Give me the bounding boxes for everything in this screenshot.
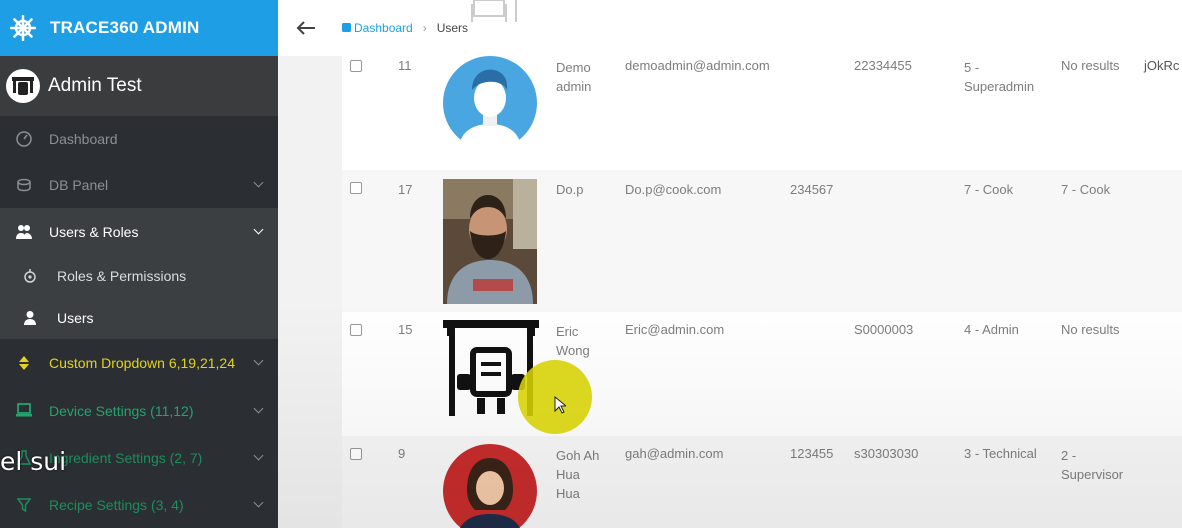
chevron-down-icon [253, 177, 264, 188]
cell-supervisor: No results [1061, 322, 1120, 337]
breadcrumb-dashboard-link[interactable]: Dashboard [342, 21, 413, 35]
cell-email: gah@admin.com [625, 446, 724, 461]
sidebar-item-label: Dashboard [49, 130, 118, 147]
cog-icon [20, 268, 40, 284]
mouse-cursor-icon [554, 396, 566, 414]
video-caption: el sui [0, 447, 67, 476]
top-bar: Dashboard › Users [278, 0, 1182, 57]
row-checkbox[interactable] [350, 60, 362, 72]
gauge-icon [12, 129, 36, 149]
row-checkbox[interactable] [350, 182, 362, 194]
sidebar-item-device-settings[interactable]: Device Settings (11,12) [0, 387, 278, 434]
cell-role: 5 - Superadmin [964, 60, 1035, 94]
cell-name: Demo admin [556, 60, 592, 94]
cell-code: 22334455 [854, 58, 912, 73]
cell-id: 11 [398, 58, 412, 73]
breadcrumb-current: Users [436, 21, 469, 35]
sidebar-item-label: Users [57, 310, 94, 326]
users-table: 11 Demo admin demoadmin@admin.com 223344… [342, 56, 1182, 528]
cursor-highlight [518, 360, 592, 434]
cell-phone: 234567 [790, 182, 834, 197]
cell-name: Do.p [556, 182, 584, 197]
content-gutter [278, 56, 342, 528]
sidebar-item-label: Roles & Permissions [57, 268, 187, 284]
laptop-icon [12, 401, 36, 421]
table-row[interactable]: 17 Do.p Do.p@cook.com 234567 7 - Cook 7 … [342, 170, 1182, 313]
table-row[interactable]: 9 Goh Ah Hua Hua gah@admin.com 123455 s3… [342, 436, 1182, 528]
database-icon [12, 175, 36, 195]
female-avatar-icon [443, 444, 537, 528]
filter-icon [12, 495, 36, 515]
user-photo [443, 179, 537, 304]
chevron-down-icon [253, 224, 264, 235]
ship-wheel-icon [10, 15, 36, 41]
cell-email: Do.p@cook.com [625, 182, 722, 197]
male-avatar-icon [443, 56, 537, 150]
cell-code: S0000003 [854, 322, 914, 337]
sidebar-item-label: Users & Roles [49, 223, 139, 240]
cell-email: demoadmin@admin.com [625, 58, 770, 73]
breadcrumb: Dashboard › Users [342, 21, 468, 35]
user-icon [20, 310, 40, 326]
cell-role: 3 - Technical [964, 446, 1037, 461]
chevron-down-icon [253, 450, 264, 461]
cell-supervisor: 2 - Supervisor [1061, 448, 1124, 482]
cell-name: Eric Wong [556, 324, 590, 358]
sidebar-item-custom-dropdown[interactable]: Custom Dropdown 6,19,21,24 [0, 339, 278, 387]
sidebar-item-label: Ingredient Settings (2, 7) [49, 449, 203, 466]
row-checkbox[interactable] [350, 448, 362, 460]
sidebar-item-label: Custom Dropdown 6,19,21,24 [49, 355, 235, 371]
sidebar-item-label: DB Panel [49, 176, 109, 193]
users-icon [12, 222, 36, 242]
cell-name: Goh Ah Hua Hua [556, 448, 600, 501]
sidebar-item-users-roles[interactable]: Users & Roles [0, 208, 278, 255]
cell-extra: jOkRc [1144, 58, 1180, 73]
user-name: Admin Test [48, 75, 142, 96]
cell-role: 7 - Cook [964, 182, 1014, 197]
row-checkbox[interactable] [350, 324, 362, 336]
table-row[interactable]: 15 Eric Wong Eric@admin.com S0000003 4 -… [342, 312, 1182, 437]
breadcrumb-dashboard-label: Dashboard [354, 21, 413, 35]
cell-email: Eric@admin.com [625, 322, 725, 337]
sidebar-item-dashboard[interactable]: Dashboard [0, 116, 278, 161]
brand-header[interactable]: TRACE360 ADMIN [0, 0, 278, 56]
cell-supervisor: No results [1061, 58, 1120, 73]
user-profile[interactable]: Admin Test [0, 56, 278, 116]
sidebar-subitem-users[interactable]: Users [0, 297, 278, 339]
table-row[interactable]: 11 Demo admin demoadmin@admin.com 223344… [342, 56, 1182, 171]
cell-code: s30303030 [854, 446, 919, 461]
sort-icon [12, 353, 36, 373]
sidebar-item-recipe-settings[interactable]: Recipe Settings (3, 4) [0, 481, 278, 528]
breadcrumb-separator: › [422, 21, 427, 35]
cell-role: 4 - Admin [964, 322, 1019, 337]
sidebar-item-label: Recipe Settings (3, 4) [49, 496, 184, 513]
chevron-down-icon [253, 403, 264, 414]
robot-avatar-icon [12, 77, 34, 95]
back-arrow-icon[interactable] [296, 17, 318, 39]
chevron-down-icon [253, 355, 264, 366]
brand-title: TRACE360 ADMIN [50, 18, 200, 37]
sidebar-item-label: Device Settings (11,12) [49, 402, 194, 419]
robot-logo-icon [471, 0, 517, 22]
sidebar-subitem-roles-permissions[interactable]: Roles & Permissions [0, 255, 278, 297]
avatar [6, 69, 40, 103]
cell-phone: 123455 [790, 446, 834, 461]
cell-id: 17 [398, 182, 413, 197]
cell-supervisor: 7 - Cook [1061, 182, 1111, 197]
chevron-down-icon [253, 497, 264, 508]
sidebar-item-db-panel[interactable]: DB Panel [0, 161, 278, 208]
dashboard-crumb-icon [342, 23, 351, 32]
cell-id: 9 [398, 446, 406, 461]
cell-id: 15 [398, 322, 413, 337]
